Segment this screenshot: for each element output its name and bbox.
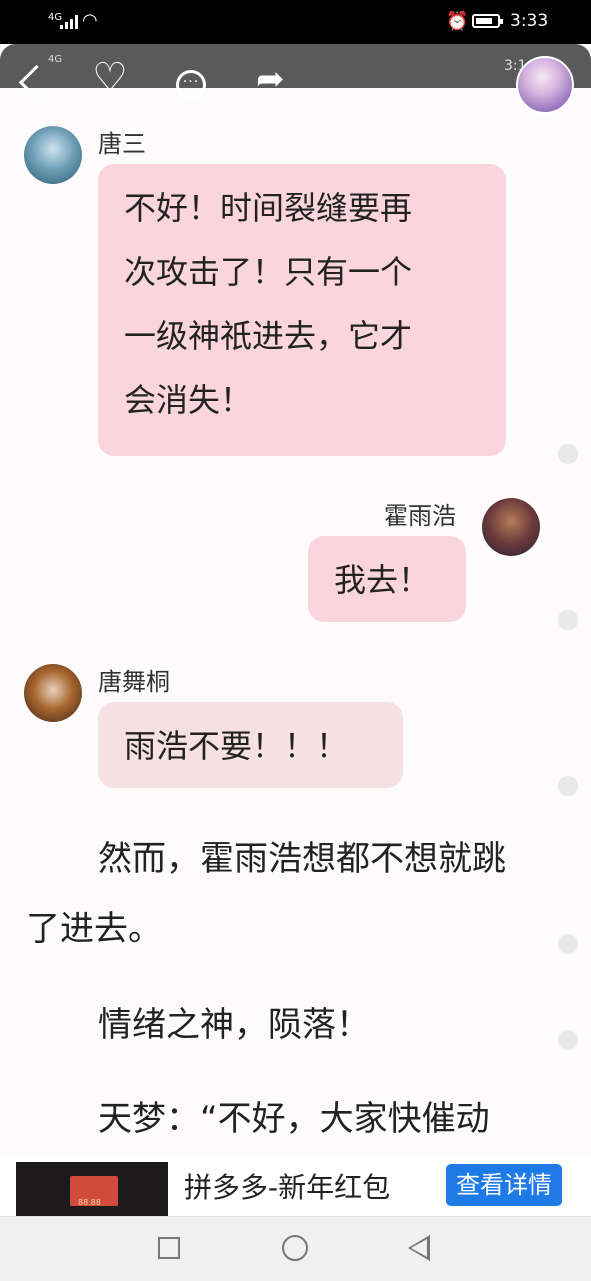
message-line: 我去！	[334, 561, 431, 599]
comment-dot[interactable]	[558, 444, 578, 464]
message-line: 一级神祇进去，它才	[124, 317, 413, 355]
paragraph-line: 天梦：“不好，大家快催动	[98, 1099, 490, 1139]
toolbar: 4G 3:1	[0, 44, 591, 88]
system-navigation-bar	[0, 1216, 591, 1281]
message-bubble: 我去！	[308, 536, 466, 622]
clock: 3:33	[510, 11, 549, 31]
signal-icon	[60, 15, 78, 29]
alarm-icon: ⏰	[446, 11, 469, 32]
comment-dot[interactable]	[558, 776, 578, 796]
comment-dot[interactable]	[558, 934, 578, 954]
paragraph-line: 了进去。	[26, 909, 162, 949]
message-bubble: 不好！时间裂缝要再 次攻击了！只有一个 一级神祇进去，它才 会消失！	[98, 164, 506, 456]
message-line: 不好！时间裂缝要再	[124, 189, 413, 227]
heart-icon[interactable]: ♡	[92, 58, 128, 98]
wifi-icon: ◠	[82, 10, 98, 31]
ad-title[interactable]: 拼多多-新年红包	[184, 1166, 390, 1206]
message-bubble: 雨浩不要！！！	[98, 702, 403, 788]
home-icon[interactable]	[282, 1235, 308, 1261]
view-details-button[interactable]: 查看详情	[446, 1164, 562, 1206]
avatar	[24, 126, 82, 184]
ghost-network: 4G	[48, 54, 63, 65]
sender-name: 唐三	[98, 130, 146, 158]
ad-thumb-value: 88.88	[78, 1198, 101, 1207]
sender-name: 唐舞桐	[98, 668, 170, 696]
back-nav-icon[interactable]	[408, 1235, 430, 1261]
comment-dot[interactable]	[558, 1030, 578, 1050]
status-bar: 4G ◠ ⏰ 3:33	[0, 0, 591, 44]
comment-dot[interactable]	[558, 610, 578, 630]
message-line: 雨浩不要！！！	[124, 727, 349, 765]
more-icon[interactable]: ···	[176, 70, 206, 100]
ad-banner[interactable]: 88.88 拼多多-新年红包 查看详情	[0, 1158, 591, 1216]
author-avatar[interactable]	[516, 56, 574, 114]
recent-apps-icon[interactable]	[158, 1237, 180, 1259]
paragraph-line: 然而，霍雨浩想都不想就跳	[98, 839, 506, 879]
message-line: 会消失！	[124, 381, 253, 419]
paragraph-line: 情绪之神，陨落！	[98, 1005, 370, 1045]
message-line: 次攻击了！只有一个	[124, 253, 413, 291]
share-icon[interactable]: ➦	[256, 62, 285, 96]
sender-name: 霍雨浩	[384, 502, 456, 530]
ad-thumbnail[interactable]: 88.88	[16, 1162, 168, 1216]
battery-icon	[472, 14, 503, 28]
avatar	[24, 664, 82, 722]
avatar	[482, 498, 540, 556]
